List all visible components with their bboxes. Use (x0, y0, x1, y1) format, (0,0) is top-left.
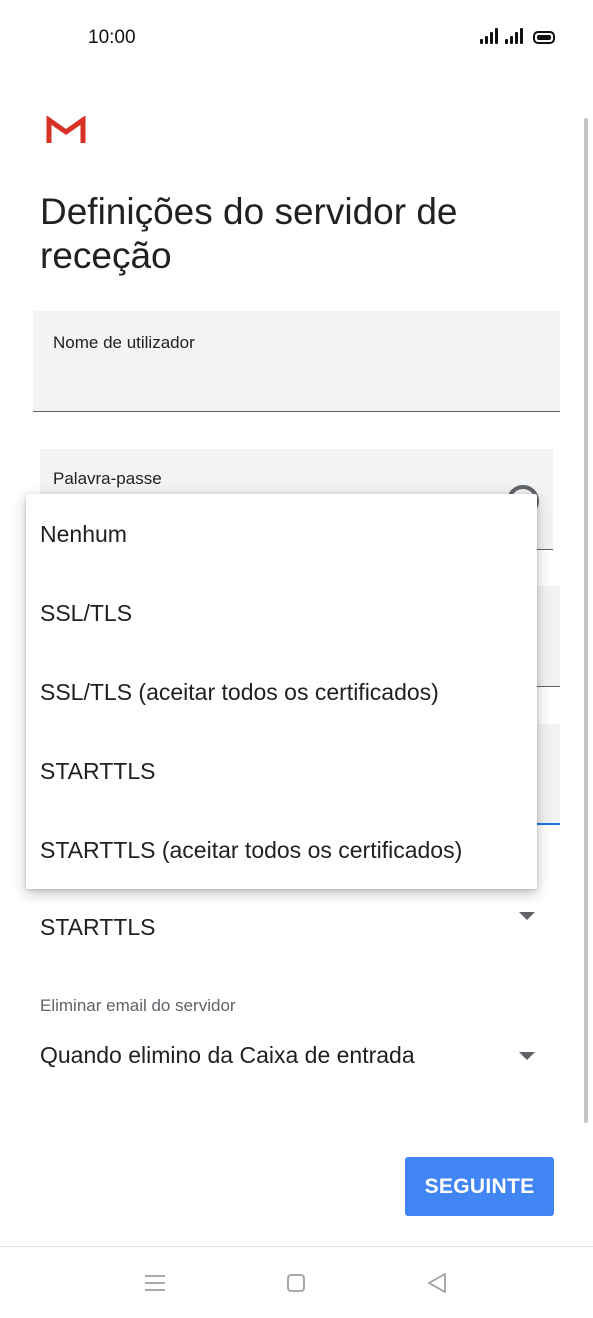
security-type-select[interactable]: STARTTLS (40, 898, 540, 958)
username-label: Nome de utilizador (53, 333, 195, 352)
status-time: 10:00 (88, 27, 136, 48)
delete-email-select[interactable]: Quando elimino da Caixa de entrada (40, 1038, 540, 1078)
signal-icon (505, 28, 523, 44)
scrollbar[interactable] (584, 118, 588, 1123)
menu-icon[interactable] (143, 1271, 167, 1295)
status-icons (480, 28, 555, 44)
dropdown-arrow-icon (519, 912, 535, 920)
menu-item-ssl-tls-all-certs[interactable]: SSL/TLS (aceitar todos os certificados) (26, 653, 537, 732)
username-field[interactable]: Nome de utilizador (33, 311, 560, 412)
status-bar: 10:00 (0, 0, 593, 80)
menu-item-starttls-all-certs[interactable]: STARTTLS (aceitar todos os certificados) (26, 811, 537, 890)
next-button[interactable]: SEGUINTE (405, 1157, 554, 1216)
page-title: Definições do servidor de receção (40, 191, 458, 276)
security-type-value: STARTTLS (40, 914, 156, 940)
menu-item-none[interactable]: Nenhum (26, 495, 537, 574)
back-icon[interactable] (425, 1271, 449, 1295)
gmail-logo (46, 116, 86, 143)
battery-icon (533, 31, 555, 44)
home-icon[interactable] (284, 1271, 308, 1295)
password-label: Palavra-passe (53, 469, 162, 488)
delete-email-value: Quando elimino da Caixa de entrada (40, 1042, 415, 1068)
dropdown-arrow-icon (519, 1052, 535, 1060)
signal-icon (480, 28, 498, 44)
security-type-menu: Nenhum SSL/TLS SSL/TLS (aceitar todos os… (26, 494, 537, 889)
menu-item-ssl-tls[interactable]: SSL/TLS (26, 574, 537, 653)
menu-item-starttls[interactable]: STARTTLS (26, 732, 537, 811)
delete-email-label: Eliminar email do servidor (40, 996, 236, 1015)
